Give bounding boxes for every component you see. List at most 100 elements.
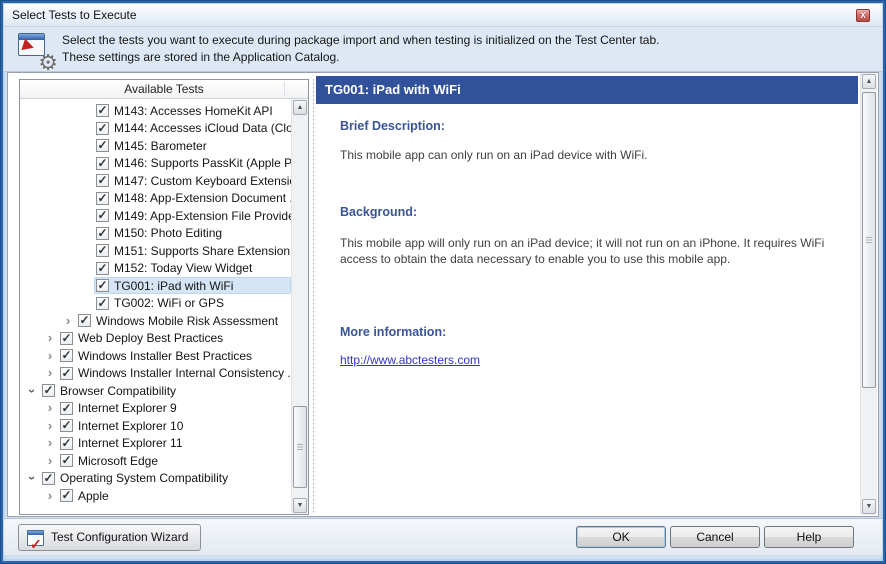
- ok-button[interactable]: OK: [576, 526, 666, 548]
- checkbox-checked-icon[interactable]: ✓: [96, 139, 109, 152]
- tree-item[interactable]: ✓ M147: Custom Keyboard Extension: [20, 172, 291, 190]
- tree-item-label: Apple: [78, 489, 109, 503]
- expand-arrow-icon[interactable]: ›: [60, 314, 76, 328]
- description-line-2: These settings are stored in the Applica…: [62, 49, 659, 66]
- tree-item[interactable]: ✓TG002: WiFi or GPS: [20, 295, 291, 313]
- expand-arrow-icon[interactable]: ›: [42, 419, 58, 433]
- button-bar: Test Configuration Wizard OK Cancel Help: [4, 518, 882, 555]
- checkbox-checked-icon[interactable]: ✓: [96, 209, 109, 222]
- scroll-up-icon[interactable]: ▲: [293, 100, 307, 115]
- tree-item-label: M144: Accesses iCloud Data (Clo...: [114, 121, 291, 135]
- title-bar: Select Tests to Execute X: [4, 4, 882, 27]
- tree-item[interactable]: ›✓ Operating System Compatibility: [20, 470, 291, 488]
- tree-item-label: Windows Installer Internal Consistency .…: [78, 366, 291, 380]
- checkbox-checked-icon[interactable]: ✓: [42, 472, 55, 485]
- tree-scrollbar-thumb[interactable]: [293, 406, 307, 488]
- tree-item[interactable]: ✓ M144: Accesses iCloud Data (Clo...: [20, 120, 291, 138]
- description-line-1: Select the tests you want to execute dur…: [62, 32, 659, 49]
- expand-arrow-icon[interactable]: ›: [42, 349, 58, 363]
- tree-column-header[interactable]: Available Tests: [20, 80, 308, 99]
- detail-scrollbar[interactable]: ▲ ▼: [860, 73, 877, 515]
- tree-item[interactable]: ›✓ Internet Explorer 9: [20, 400, 291, 418]
- tree-item-label: Windows Mobile Risk Assessment: [96, 314, 278, 328]
- checkbox-checked-icon[interactable]: ✓: [96, 157, 109, 170]
- tree-items: ✓ M143: Accesses HomeKit API ✓ M144: Access…: [20, 99, 291, 514]
- tree-scrollbar[interactable]: ▲ ▼: [291, 99, 308, 514]
- expand-arrow-icon[interactable]: ›: [42, 489, 58, 503]
- tree-item[interactable]: ✓M149: App-Extension File Provider: [20, 207, 291, 225]
- checkbox-checked-icon[interactable]: ✓: [78, 314, 91, 327]
- tree-item[interactable]: ✓TG001: iPad with WiFi: [20, 277, 291, 295]
- checkbox-checked-icon[interactable]: ✓: [60, 332, 73, 345]
- tree-item[interactable]: ✓M146: Supports PassKit (Apple P...: [20, 155, 291, 173]
- checkbox-checked-icon[interactable]: ✓: [60, 454, 73, 467]
- tree-item[interactable]: ✓ M151: Supports Share Extension: [20, 242, 291, 260]
- detail-sections: Brief Description:This mobile app can on…: [314, 119, 877, 369]
- detail-section: Background:This mobile app will only run…: [340, 205, 837, 267]
- tree-item-label: Internet Explorer 10: [78, 419, 183, 433]
- checkbox-checked-icon[interactable]: ✓: [96, 122, 109, 135]
- dialog-title: Select Tests to Execute: [12, 8, 137, 22]
- checkbox-checked-icon[interactable]: ✓: [60, 367, 73, 380]
- checkbox-checked-icon[interactable]: ✓: [96, 227, 109, 240]
- expand-arrow-icon[interactable]: ›: [42, 366, 58, 380]
- description-header: ⚙ Select the tests you want to execute d…: [4, 27, 882, 72]
- tree-item-label: M151: Supports Share Extension: [114, 244, 290, 258]
- tree-item-label: M145: Barometer: [114, 139, 207, 153]
- checkbox-checked-icon[interactable]: ✓: [60, 489, 73, 502]
- more-info-link[interactable]: http://www.abctesters.com: [340, 353, 480, 367]
- description-text: Select the tests you want to execute dur…: [62, 32, 659, 66]
- tree-item[interactable]: ›✓Web Deploy Best Practices: [20, 330, 291, 348]
- tree-item[interactable]: ›✓ Internet Explorer 10: [20, 417, 291, 435]
- scroll-down-icon[interactable]: ▼: [293, 498, 307, 513]
- test-configuration-wizard-button[interactable]: Test Configuration Wizard: [18, 524, 201, 551]
- checkbox-checked-icon[interactable]: ✓: [42, 384, 55, 397]
- collapse-arrow-icon[interactable]: ›: [25, 383, 39, 399]
- tree-item-label: Operating System Compatibility: [60, 471, 228, 485]
- detail-scrollbar-thumb[interactable]: [862, 92, 876, 388]
- tree-item[interactable]: ›✓Windows Installer Best Practices: [20, 347, 291, 365]
- tree-item-label: M147: Custom Keyboard Extension: [114, 174, 291, 188]
- scroll-up-icon[interactable]: ▲: [862, 74, 876, 89]
- gear-icon: ⚙: [38, 52, 58, 74]
- tree-item[interactable]: ✓ M143: Accesses HomeKit API: [20, 102, 291, 120]
- tree-item-label: Internet Explorer 11: [78, 436, 183, 450]
- checkbox-checked-icon[interactable]: ✓: [60, 419, 73, 432]
- expand-arrow-icon[interactable]: ›: [42, 436, 58, 450]
- tree-item[interactable]: ›✓ Windows Installer Internal Consistency…: [20, 365, 291, 383]
- cancel-button[interactable]: Cancel: [670, 526, 760, 548]
- help-button[interactable]: Help: [764, 526, 854, 548]
- collapse-arrow-icon[interactable]: ›: [25, 470, 39, 486]
- checkbox-checked-icon[interactable]: ✓: [96, 262, 109, 275]
- expand-arrow-icon[interactable]: ›: [42, 454, 58, 468]
- wizard-checklist-icon: [27, 530, 44, 546]
- tree-item[interactable]: ›✓ Microsoft Edge: [20, 452, 291, 470]
- tree-item[interactable]: ✓M148: App-Extension Document ...: [20, 190, 291, 208]
- checkbox-checked-icon[interactable]: ✓: [96, 104, 109, 117]
- detail-section: More information:http://www.abctesters.c…: [340, 325, 837, 369]
- close-icon[interactable]: X: [856, 9, 870, 22]
- checkbox-checked-icon[interactable]: ✓: [60, 349, 73, 362]
- test-detail-title: TG001: iPad with WiFi: [316, 76, 858, 104]
- checkbox-checked-icon[interactable]: ✓: [60, 437, 73, 450]
- expand-arrow-icon[interactable]: ›: [42, 331, 58, 345]
- tree-item[interactable]: ✓M152: Today View Widget: [20, 260, 291, 278]
- checkbox-checked-icon[interactable]: ✓: [96, 174, 109, 187]
- checkbox-checked-icon[interactable]: ✓: [96, 297, 109, 310]
- detail-section: Brief Description:This mobile app can on…: [340, 119, 837, 163]
- checkbox-checked-icon[interactable]: ✓: [96, 279, 109, 292]
- tree-item-label: Microsoft Edge: [78, 454, 158, 468]
- tree-item[interactable]: ✓M150: Photo Editing: [20, 225, 291, 243]
- expand-arrow-icon[interactable]: ›: [42, 401, 58, 415]
- tree-item-label: Internet Explorer 9: [78, 401, 177, 415]
- tree-item[interactable]: ›✓ Windows Mobile Risk Assessment: [20, 312, 291, 330]
- tree-item[interactable]: ›✓ Internet Explorer 11: [20, 435, 291, 453]
- tree-item-label: M143: Accesses HomeKit API: [114, 104, 273, 118]
- tree-item[interactable]: ✓ M145: Barometer: [20, 137, 291, 155]
- checkbox-checked-icon[interactable]: ✓: [96, 192, 109, 205]
- tree-item[interactable]: ›✓Browser Compatibility: [20, 382, 291, 400]
- scroll-down-icon[interactable]: ▼: [862, 499, 876, 514]
- tree-item[interactable]: ›✓ Apple: [20, 487, 291, 505]
- checkbox-checked-icon[interactable]: ✓: [60, 402, 73, 415]
- checkbox-checked-icon[interactable]: ✓: [96, 244, 109, 257]
